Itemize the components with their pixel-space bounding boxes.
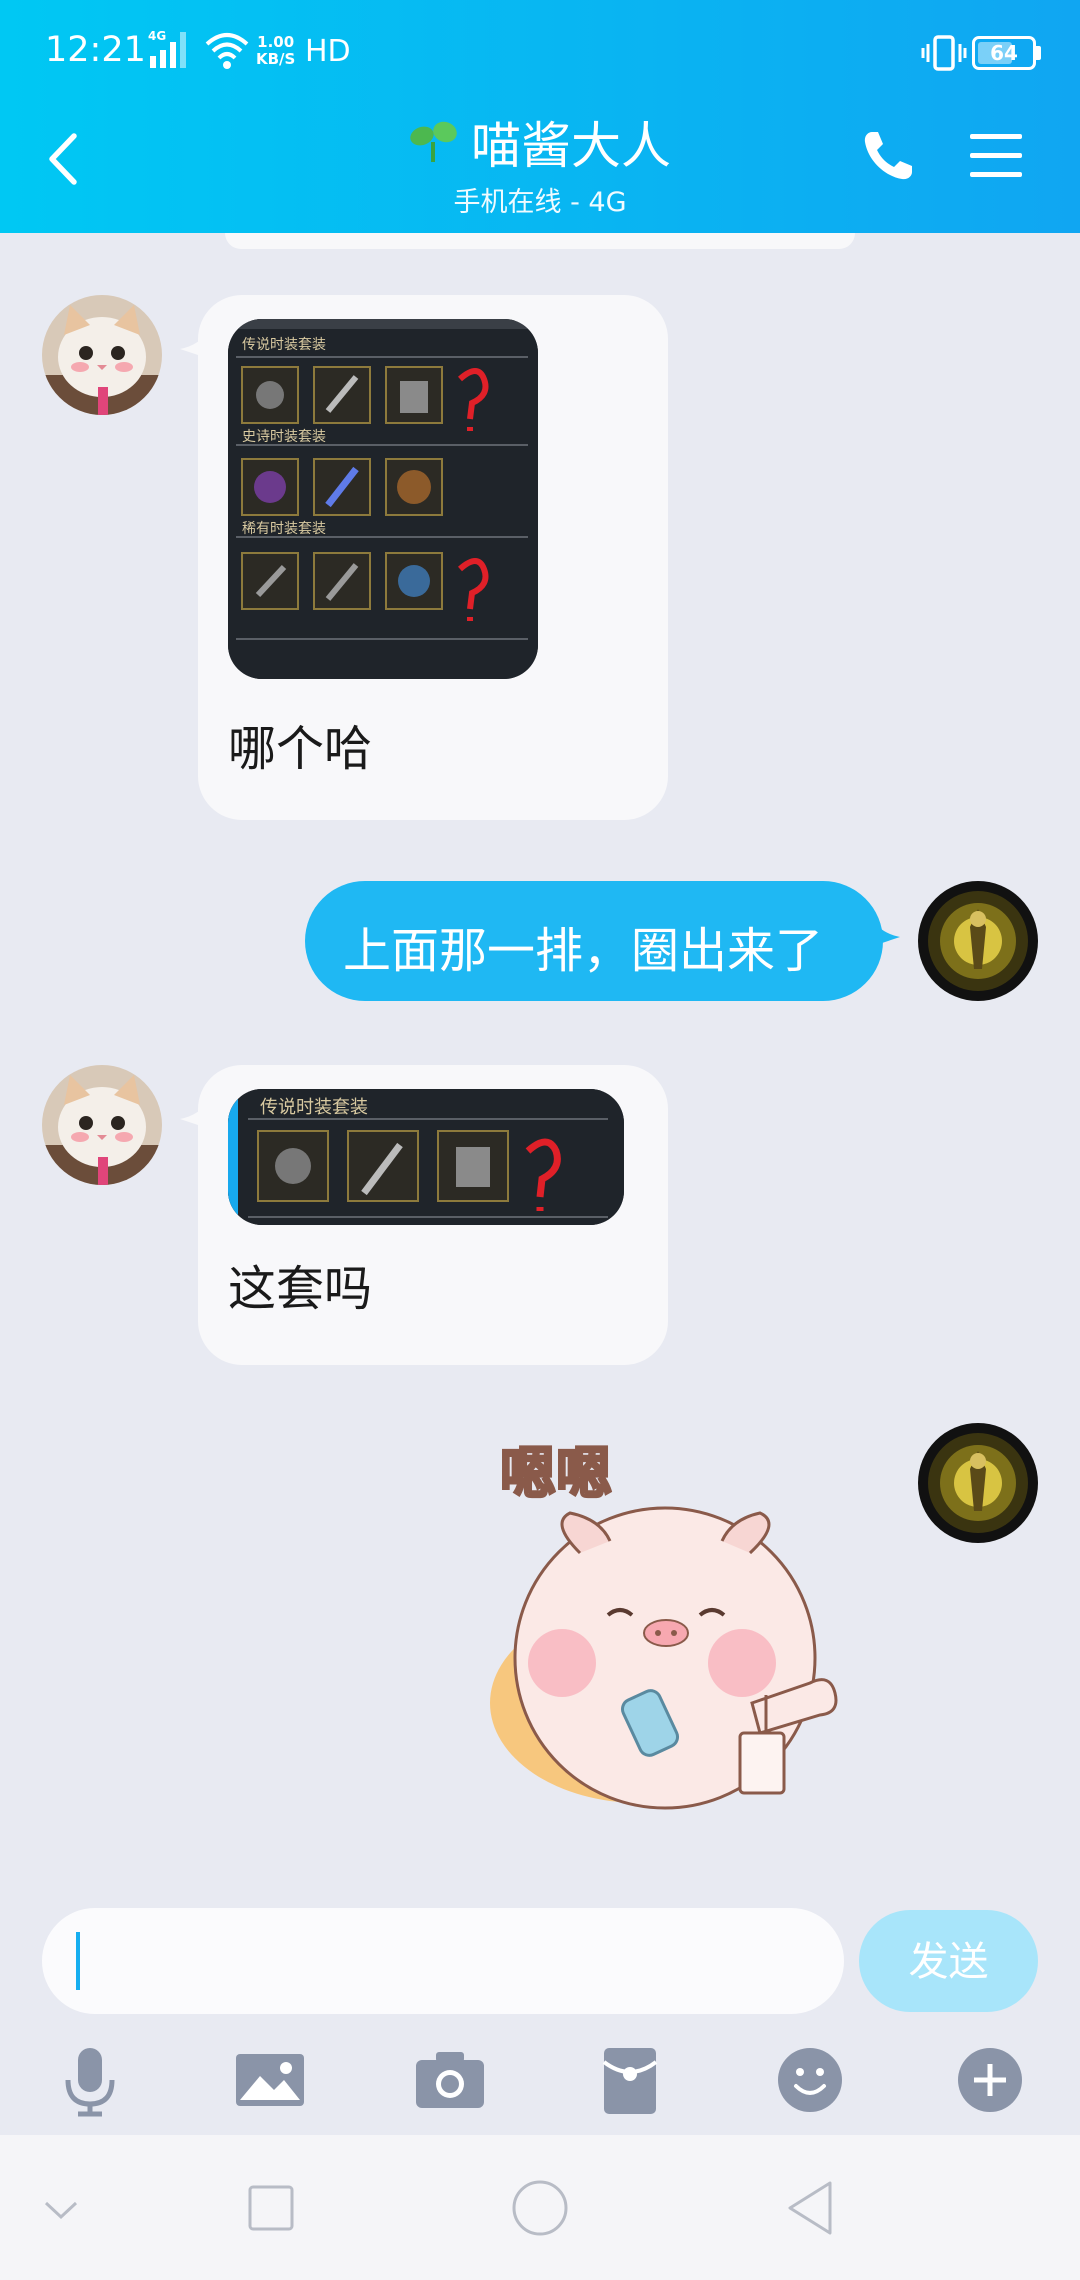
emoji-icon[interactable] <box>770 2040 850 2120</box>
image-icon[interactable] <box>230 2040 310 2120</box>
incoming-message-bubble[interactable]: 传说时装套装 史诗时装套装 稀有时装套装 哪个哈 <box>198 295 668 820</box>
wifi-icon <box>205 33 249 69</box>
speed-unit: KB/S <box>256 50 296 68</box>
cat-avatar-icon <box>42 1065 162 1185</box>
warrior-avatar-icon <box>918 881 1038 1001</box>
recents-icon[interactable] <box>236 2173 306 2243</box>
sticker-text: 嗯嗯 <box>500 1442 612 1507</box>
camera-icon[interactable] <box>410 2040 490 2120</box>
signal-icon: 4G <box>148 29 186 68</box>
input-bar: 发送 <box>0 1898 1080 2014</box>
game-costume-screenshot[interactable]: 传说时装套装 史诗时装套装 稀有时装套装 <box>228 319 538 679</box>
sprout-icon <box>410 121 457 162</box>
plus-icon[interactable] <box>950 2040 1030 2120</box>
back-nav-icon[interactable] <box>776 2173 846 2243</box>
my-avatar[interactable] <box>918 881 1038 1001</box>
my-avatar[interactable] <box>918 1423 1038 1543</box>
status-time: 12:21 <box>45 30 146 70</box>
chat-header: 12:21 4G 1.00 KB/S HD 64 喵酱大人 手机在线 - 4G <box>0 0 1080 233</box>
pig-sticker[interactable]: 嗯嗯 <box>490 1423 890 1823</box>
red-packet-icon[interactable] <box>590 2040 670 2120</box>
system-nav-bar <box>0 2135 1080 2280</box>
collapse-icon[interactable] <box>26 2173 96 2243</box>
home-icon[interactable] <box>505 2173 575 2243</box>
chat-title-area[interactable]: 喵酱大人 手机在线 - 4G <box>0 106 1080 219</box>
game-costume-crop[interactable]: 传说时装套装 <box>228 1089 624 1225</box>
text-cursor <box>76 1932 80 1990</box>
vibrate-icon <box>921 35 967 71</box>
costume-tier-rare: 稀有时装套装 <box>242 521 326 537</box>
battery-icon: 64 <box>972 36 1036 70</box>
hd-label: HD <box>305 34 351 69</box>
outgoing-message-bubble[interactable]: 上面那一排，圈出来了 <box>305 881 883 1001</box>
contact-name: 喵酱大人 <box>471 117 671 175</box>
costume-tier-legendary: 传说时装套装 <box>260 1097 368 1118</box>
message-text: 这套吗 <box>228 1261 373 1317</box>
status-bar: 12:21 4G 1.00 KB/S HD 64 <box>0 0 1080 104</box>
previous-message-edge <box>225 233 855 249</box>
warrior-avatar-icon <box>918 1423 1038 1543</box>
message-list[interactable]: 传说时装套装 史诗时装套装 稀有时装套装 哪个哈 上面那一排，圈出来了 传说时装… <box>0 233 1080 1898</box>
microphone-icon[interactable] <box>50 2040 130 2120</box>
contact-status: 手机在线 - 4G <box>453 187 627 218</box>
menu-icon[interactable] <box>966 130 1026 182</box>
phone-icon[interactable] <box>858 126 918 186</box>
contact-avatar[interactable] <box>42 295 162 415</box>
network-type: 4G <box>148 29 166 43</box>
costume-tier-legendary: 传说时装套装 <box>242 337 326 353</box>
message-text: 哪个哈 <box>228 721 373 777</box>
contact-avatar[interactable] <box>42 1065 162 1185</box>
input-toolbar <box>0 2030 1080 2150</box>
speed-value: 1.00 <box>257 33 295 51</box>
message-text: 上面那一排，圈出来了 <box>343 923 824 979</box>
costume-tier-epic: 史诗时装套装 <box>242 429 326 445</box>
send-button[interactable]: 发送 <box>859 1910 1038 2012</box>
cat-avatar-icon <box>42 295 162 415</box>
message-input[interactable] <box>42 1908 844 2014</box>
network-speed: 1.00 KB/S <box>256 34 295 68</box>
incoming-message-bubble[interactable]: 传说时装套装 这套吗 <box>198 1065 668 1365</box>
battery-level: 64 <box>990 41 1018 65</box>
